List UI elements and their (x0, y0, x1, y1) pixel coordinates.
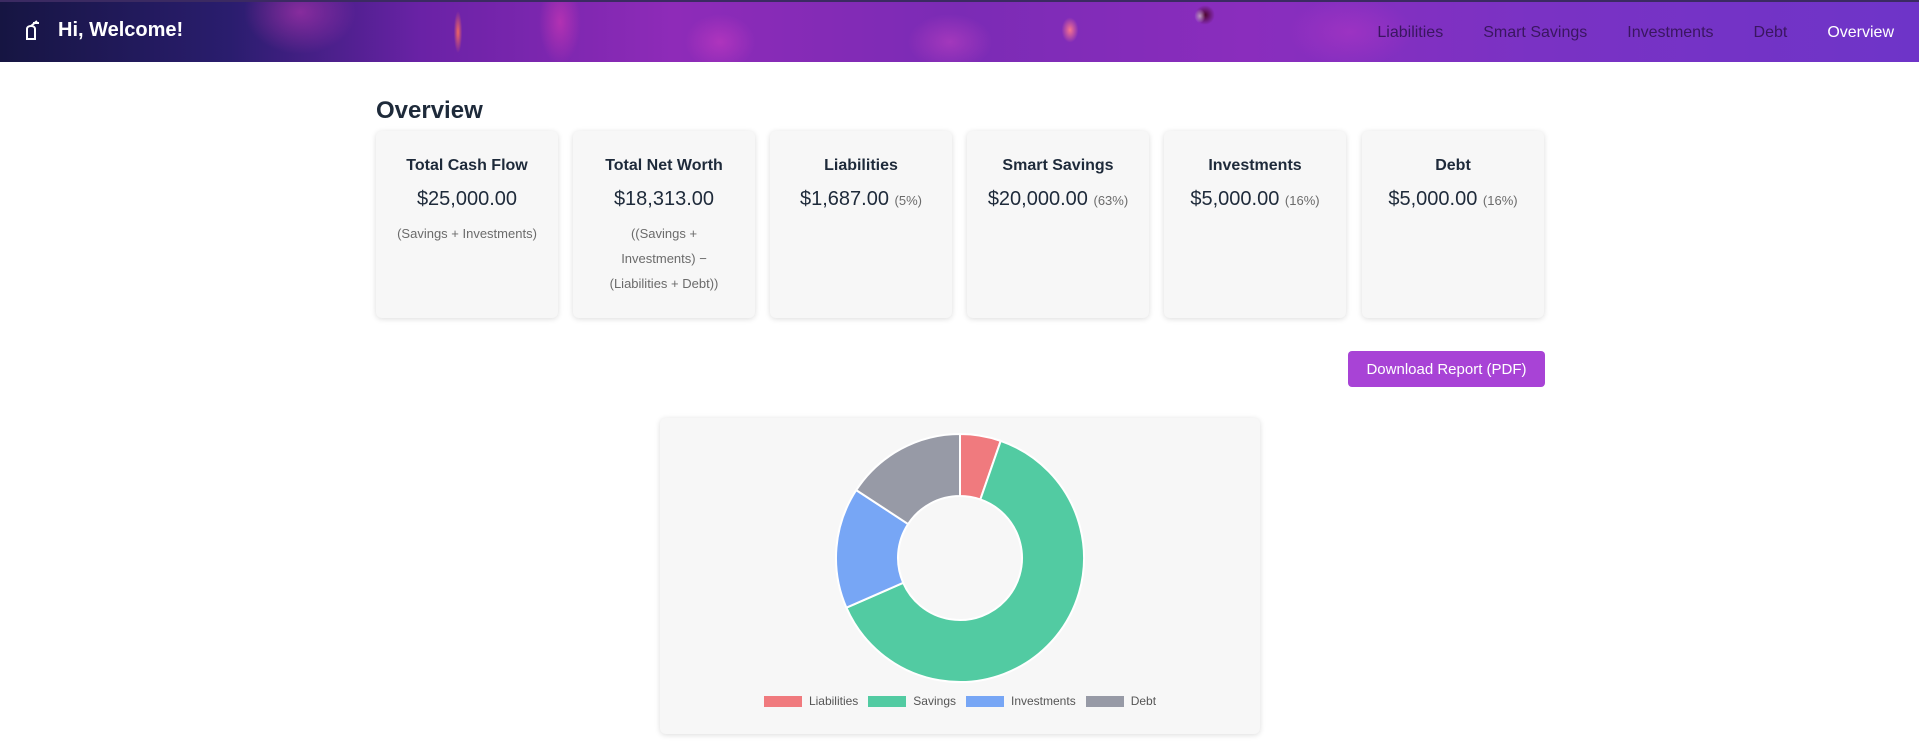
top-navbar: Hi, Welcome! Liabilities Smart Savings I… (0, 0, 1919, 62)
doughnut-chart (835, 432, 1085, 683)
card-note: (Savings + Investments) (397, 226, 537, 241)
chart-legend: Liabilities Savings Investments Debt (660, 694, 1260, 708)
card-total-net-worth: Total Net Worth $18,313.00 ((Savings + I… (573, 131, 755, 318)
legend-item-savings[interactable]: Savings (868, 694, 956, 708)
legend-swatch (763, 695, 802, 707)
legend-swatch (966, 695, 1004, 707)
card-value-row: $5,000.00 (16%) (1362, 187, 1544, 213)
card-title: Investments (1208, 157, 1302, 174)
card-value-row: $5,000.00 (16%) (1164, 187, 1346, 213)
card-title: Liabilities (824, 157, 898, 174)
chart-panel: Liabilities Savings Investments Debt (660, 418, 1260, 734)
legend-item-liabilities[interactable]: Liabilities (763, 694, 859, 708)
card-title: Total Net Worth (605, 157, 723, 174)
card-note: ((Savings + Investments) − (Liabilities … (609, 226, 719, 291)
welcome-text: Hi, Welcome! (58, 19, 184, 41)
download-report-button[interactable]: Download Report (PDF) (1348, 351, 1545, 387)
card-liabilities: Liabilities $1,687.00 (5%) (770, 131, 952, 318)
legend-label: Liabilities (808, 694, 859, 708)
card-title: Total Cash Flow (406, 157, 528, 174)
card-value: $25,000.00 (416, 188, 518, 210)
card-value: $20,000.00 (987, 188, 1088, 210)
legend-swatch (868, 695, 907, 707)
legend-label: Debt (1130, 694, 1157, 708)
legend-label: Savings (913, 694, 956, 708)
page-title: Overview (376, 97, 483, 124)
card-percent: (63%) (1093, 193, 1129, 208)
nav-debt[interactable]: Debt (1754, 22, 1788, 44)
card-total-cash-flow: Total Cash Flow $25,000.00 (Savings + In… (376, 131, 558, 318)
card-title: Smart Savings (1002, 157, 1114, 174)
card-value-row: $1,687.00 (5%) (770, 187, 952, 213)
card-title: Debt (1435, 157, 1471, 174)
nav-investments[interactable]: Investments (1627, 22, 1713, 44)
card-investments: Investments $5,000.00 (16%) (1164, 131, 1346, 318)
legend-label: Investments (1011, 694, 1076, 708)
legend-item-investments[interactable]: Investments (966, 694, 1076, 708)
card-value: $1,687.00 (800, 188, 889, 210)
brand[interactable]: Hi, Welcome! (22, 17, 183, 43)
card-percent: (16%) (1482, 193, 1518, 208)
leaf-logo-icon (22, 17, 42, 43)
card-value: $5,000.00 (1388, 188, 1478, 210)
legend-item-debt[interactable]: Debt (1085, 694, 1157, 708)
card-smart-savings: Smart Savings $20,000.00 (63%) (967, 131, 1149, 318)
legend-swatch (1085, 695, 1124, 707)
main-nav: Liabilities Smart Savings Investments De… (1337, 22, 1894, 44)
card-value-row: $20,000.00 (63%) (967, 187, 1149, 213)
nav-smart-savings[interactable]: Smart Savings (1483, 22, 1587, 44)
card-debt: Debt $5,000.00 (16%) (1362, 131, 1544, 318)
card-value: $5,000.00 (1190, 188, 1280, 210)
card-percent: (16%) (1284, 193, 1320, 208)
card-value: $18,313.00 (613, 188, 715, 210)
nav-overview[interactable]: Overview (1827, 22, 1894, 44)
nav-liabilities[interactable]: Liabilities (1377, 22, 1443, 44)
card-percent: (5%) (894, 193, 922, 208)
